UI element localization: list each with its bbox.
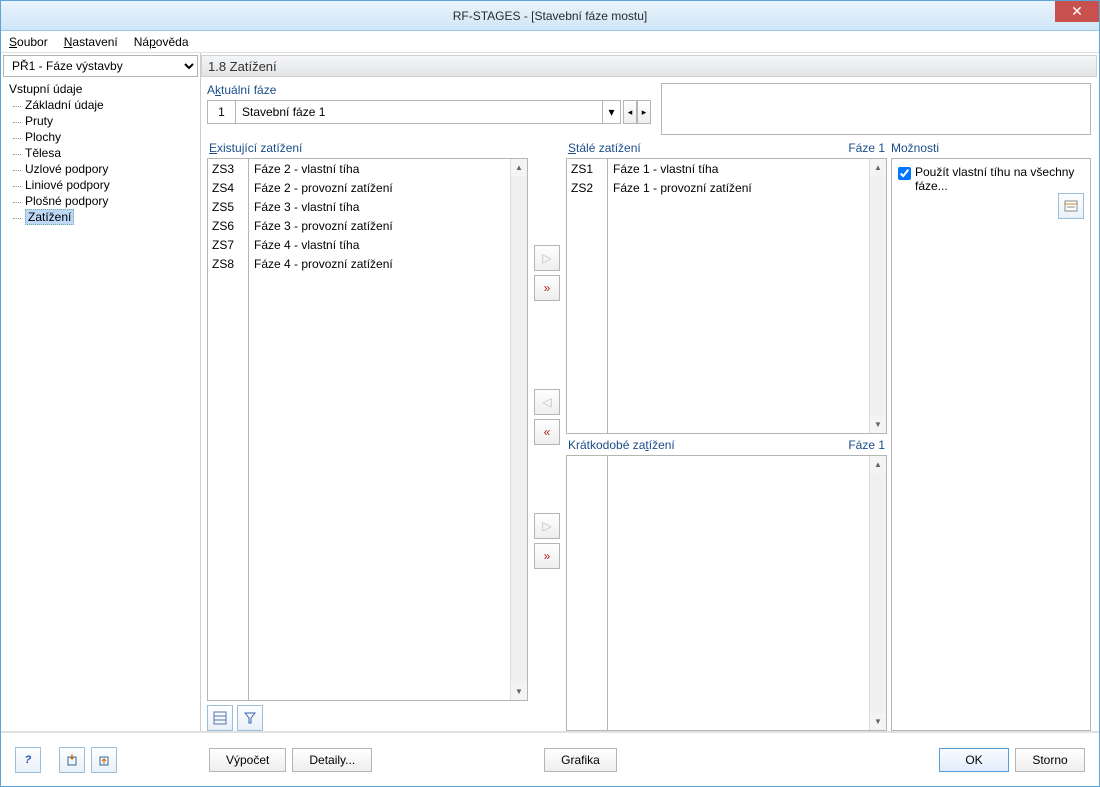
permanent-phase: Fáze 1 [848,141,885,155]
content: PŘ1 - Fáze výstavby Vstupní údaje Základ… [1,53,1099,786]
titlebar: RF-STAGES - [Stavební fáze mostu] ✕ [1,1,1099,31]
tree-item[interactable]: Tělesa [9,145,200,161]
options-column: Možnosti Použít vlastní tíhu na všechny … [891,141,1091,731]
tree-item[interactable]: Základní údaje [9,97,200,113]
list-row[interactable]: ZS1Fáze 1 - vlastní tíha [567,159,886,178]
tree-item[interactable]: Zatížení [9,209,200,225]
list-tool-button[interactable] [207,705,233,731]
footer: ? Výpočet Detaily... Grafika OK Storno [1,732,1099,786]
phase-num: 1 [208,101,236,123]
sidebar: PŘ1 - Fáze výstavby Vstupní údaje Základ… [1,53,201,731]
phase-select[interactable]: 1 Stavební fáze 1 ▾ [207,100,621,124]
move-right-all-button[interactable]: » [534,275,560,301]
cancel-button[interactable]: Storno [1015,748,1085,772]
phase-text: Stavební fáze 1 [236,101,602,123]
tree-item[interactable]: Uzlové podpory [9,161,200,177]
import-button[interactable] [59,747,85,773]
calculate-button[interactable]: Výpočet [209,748,286,772]
help-button[interactable]: ? [15,747,41,773]
window-title: RF-STAGES - [Stavební fáze mostu] [1,9,1099,23]
row-phase: Aktuální fáze 1 Stavební fáze 1 ▾ ◂ ▸ [207,83,1091,135]
existing-tools [207,705,528,731]
list-row[interactable]: ZS6Fáze 3 - provozní zatížení [208,216,527,235]
main-body: Aktuální fáze 1 Stavební fáze 1 ▾ ◂ ▸ [201,77,1099,731]
list-row[interactable]: ZS3Fáze 2 - vlastní tíha [208,159,527,178]
tree-item[interactable]: Plošné podpory [9,193,200,209]
nav-tree: Vstupní údaje Základní údajePrutyPlochyT… [1,79,200,225]
phase-label: Aktuální fáze [207,83,651,100]
list-row[interactable]: ZS5Fáze 3 - vlastní tíha [208,197,527,216]
options-detail-button[interactable] [1058,193,1084,219]
existing-column: Existující zatížení ZS3Fáze 2 - vlastní … [207,141,528,731]
phase-prev-button[interactable]: ◂ [623,100,637,124]
phase-group: Aktuální fáze 1 Stavební fáze 1 ▾ ◂ ▸ [207,83,651,135]
existing-scrollbar[interactable]: ▲ ▼ [510,159,527,700]
phase-next-button[interactable]: ▸ [637,100,651,124]
tree-item[interactable]: Plochy [9,129,200,145]
shortterm-group: Krátkodobé zatížení Fáze 1 ▲ ▼ [566,438,887,731]
menu-soubor[interactable]: Soubor [9,35,48,49]
export-button[interactable] [91,747,117,773]
phase-spinners: ◂ ▸ [623,100,651,124]
shortterm-phase: Fáze 1 [848,438,885,452]
tree-root[interactable]: Vstupní údaje [9,81,200,97]
case-dropdown[interactable]: PŘ1 - Fáze výstavby [3,55,198,77]
selfweight-checkbox[interactable] [898,167,911,180]
permanent-listbox[interactable]: ZS1Fáze 1 - vlastní tíhaZS2Fáze 1 - prov… [566,158,887,434]
details-button[interactable]: Detaily... [292,748,372,772]
list-row[interactable]: ZS7Fáze 4 - vlastní tíha [208,235,527,254]
permanent-title: Stálé zatížení Fáze 1 [566,141,887,158]
existing-title: Existující zatížení [207,141,528,158]
move-column-1: ▷ » ◁ « ▷ » [532,141,562,731]
move-right2-all-button[interactable]: » [534,543,560,569]
graphics-button[interactable]: Grafika [544,748,617,772]
options-box: Použít vlastní tíhu na všechny fáze... [891,158,1091,731]
move-left-all-button[interactable]: « [534,419,560,445]
permanent-scrollbar[interactable]: ▲ ▼ [869,159,886,433]
shortterm-listbox[interactable]: ▲ ▼ [566,455,887,731]
selfweight-checkbox-label[interactable]: Použít vlastní tíhu na všechny fáze... [898,165,1084,193]
content-top: PŘ1 - Fáze výstavby Vstupní údaje Základ… [1,53,1099,732]
tree-item[interactable]: Liniové podpory [9,177,200,193]
permanent-group: Stálé zatížení Fáze 1 ZS1Fáze 1 - vlastn… [566,141,887,434]
list-row[interactable]: ZS4Fáze 2 - provozní zatížení [208,178,527,197]
filter-button[interactable] [237,705,263,731]
ok-button[interactable]: OK [939,748,1009,772]
close-button[interactable]: ✕ [1055,1,1099,22]
phase-dropdown-icon[interactable]: ▾ [602,101,620,123]
row-lists: Existující zatížení ZS3Fáze 2 - vlastní … [207,141,1091,731]
move-left-button[interactable]: ◁ [534,389,560,415]
menu-nastaveni[interactable]: Nastavení [64,35,118,49]
shortterm-title: Krátkodobé zatížení Fáze 1 [566,438,887,455]
tree-item[interactable]: Pruty [9,113,200,129]
main-panel: 1.8 Zatížení Aktuální fáze 1 Stavební fá… [201,53,1099,731]
move-right-button[interactable]: ▷ [534,245,560,271]
options-label: Možnosti [891,141,1091,158]
menubar: Soubor Nastavení Nápověda [1,31,1099,53]
main-header: 1.8 Zatížení [201,55,1097,77]
move-right2-button[interactable]: ▷ [534,513,560,539]
menu-napoveda[interactable]: Nápověda [134,35,189,49]
preview-box [661,83,1091,135]
existing-listbox[interactable]: ZS3Fáze 2 - vlastní tíhaZS4Fáze 2 - prov… [207,158,528,701]
list-row[interactable]: ZS2Fáze 1 - provozní zatížení [567,178,886,197]
right-column: Stálé zatížení Fáze 1 ZS1Fáze 1 - vlastn… [566,141,887,731]
list-row[interactable]: ZS8Fáze 4 - provozní zatížení [208,254,527,273]
shortterm-scrollbar[interactable]: ▲ ▼ [869,456,886,730]
app-window: RF-STAGES - [Stavební fáze mostu] ✕ Soub… [0,0,1100,787]
